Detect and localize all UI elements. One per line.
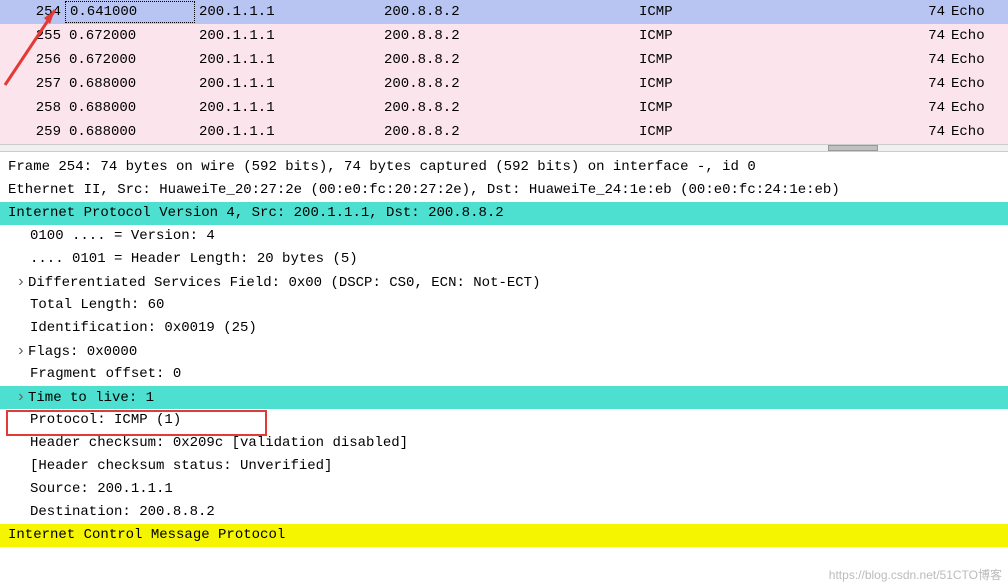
packet-destination: 200.8.8.2: [380, 96, 635, 120]
packet-info: Echo: [945, 72, 1008, 96]
detail-ethernet[interactable]: Ethernet II, Src: HuaweiTe_20:27:2e (00:…: [0, 179, 1008, 202]
packet-row[interactable]: 2590.688000200.1.1.1200.8.8.2ICMP74Echo: [0, 120, 1008, 144]
packet-row[interactable]: 2560.672000200.1.1.1200.8.8.2ICMP74Echo: [0, 48, 1008, 72]
packet-source: 200.1.1.1: [195, 24, 380, 48]
packet-destination: 200.8.8.2: [380, 120, 635, 144]
packet-time: 0.688000: [65, 72, 195, 96]
detail-frame[interactable]: Frame 254: 74 bytes on wire (592 bits), …: [0, 156, 1008, 179]
packet-length: 74: [915, 120, 945, 144]
packet-no: 259: [0, 120, 65, 144]
packet-no: 255: [0, 24, 65, 48]
detail-ip-version[interactable]: 0100 .... = Version: 4: [0, 225, 1008, 248]
packet-detail-pane[interactable]: Frame 254: 74 bytes on wire (592 bits), …: [0, 152, 1008, 547]
detail-ip-destination[interactable]: Destination: 200.8.8.2: [0, 501, 1008, 524]
packet-row[interactable]: 2580.688000200.1.1.1200.8.8.2ICMP74Echo: [0, 96, 1008, 120]
pane-divider[interactable]: [0, 144, 1008, 152]
watermark-text: https://blog.csdn.net/51CTO博客: [829, 566, 1002, 583]
packet-time: 0.672000: [65, 24, 195, 48]
detail-ip-checksum-status[interactable]: [Header checksum status: Unverified]: [0, 455, 1008, 478]
packet-time: 0.672000: [65, 48, 195, 72]
packet-source: 200.1.1.1: [195, 0, 380, 24]
detail-ip-source[interactable]: Source: 200.1.1.1: [0, 478, 1008, 501]
packet-protocol: ICMP: [635, 0, 915, 24]
packet-list[interactable]: 2540.641000200.1.1.1200.8.8.2ICMP74Echo2…: [0, 0, 1008, 144]
detail-ip-flags[interactable]: Flags: 0x0000: [0, 340, 1008, 363]
packet-info: Echo: [945, 0, 1008, 24]
packet-length: 74: [915, 24, 945, 48]
packet-info: Echo: [945, 24, 1008, 48]
detail-ip-ident[interactable]: Identification: 0x0019 (25): [0, 317, 1008, 340]
packet-destination: 200.8.8.2: [380, 0, 635, 24]
packet-destination: 200.8.8.2: [380, 72, 635, 96]
packet-protocol: ICMP: [635, 72, 915, 96]
detail-ip-dscp[interactable]: Differentiated Services Field: 0x00 (DSC…: [0, 271, 1008, 294]
packet-source: 200.1.1.1: [195, 48, 380, 72]
packet-length: 74: [915, 0, 945, 24]
packet-row[interactable]: 2540.641000200.1.1.1200.8.8.2ICMP74Echo: [0, 0, 1008, 24]
packet-info: Echo: [945, 48, 1008, 72]
packet-row[interactable]: 2570.688000200.1.1.1200.8.8.2ICMP74Echo: [0, 72, 1008, 96]
packet-length: 74: [915, 72, 945, 96]
packet-time: 0.688000: [65, 96, 195, 120]
packet-info: Echo: [945, 120, 1008, 144]
packet-length: 74: [915, 96, 945, 120]
detail-ip-ttl[interactable]: Time to live: 1: [0, 386, 1008, 409]
packet-length: 74: [915, 48, 945, 72]
packet-no: 258: [0, 96, 65, 120]
detail-ip-checksum[interactable]: Header checksum: 0x209c [validation disa…: [0, 432, 1008, 455]
packet-source: 200.1.1.1: [195, 120, 380, 144]
divider-handle[interactable]: [828, 145, 878, 151]
packet-protocol: ICMP: [635, 96, 915, 120]
packet-protocol: ICMP: [635, 120, 915, 144]
packet-row[interactable]: 2550.672000200.1.1.1200.8.8.2ICMP74Echo: [0, 24, 1008, 48]
packet-protocol: ICMP: [635, 24, 915, 48]
packet-time: 0.688000: [65, 120, 195, 144]
packet-source: 200.1.1.1: [195, 96, 380, 120]
packet-no: 254: [0, 0, 65, 24]
detail-ip-hdrlen[interactable]: .... 0101 = Header Length: 20 bytes (5): [0, 248, 1008, 271]
packet-protocol: ICMP: [635, 48, 915, 72]
packet-no: 256: [0, 48, 65, 72]
packet-source: 200.1.1.1: [195, 72, 380, 96]
packet-no: 257: [0, 72, 65, 96]
detail-ip-totlen[interactable]: Total Length: 60: [0, 294, 1008, 317]
packet-destination: 200.8.8.2: [380, 48, 635, 72]
detail-ip-fragoff[interactable]: Fragment offset: 0: [0, 363, 1008, 386]
detail-ip-header[interactable]: Internet Protocol Version 4, Src: 200.1.…: [0, 202, 1008, 225]
detail-ip-protocol[interactable]: Protocol: ICMP (1): [0, 409, 1008, 432]
packet-time: 0.641000: [65, 1, 195, 23]
detail-icmp[interactable]: Internet Control Message Protocol: [0, 524, 1008, 547]
packet-info: Echo: [945, 96, 1008, 120]
packet-destination: 200.8.8.2: [380, 24, 635, 48]
